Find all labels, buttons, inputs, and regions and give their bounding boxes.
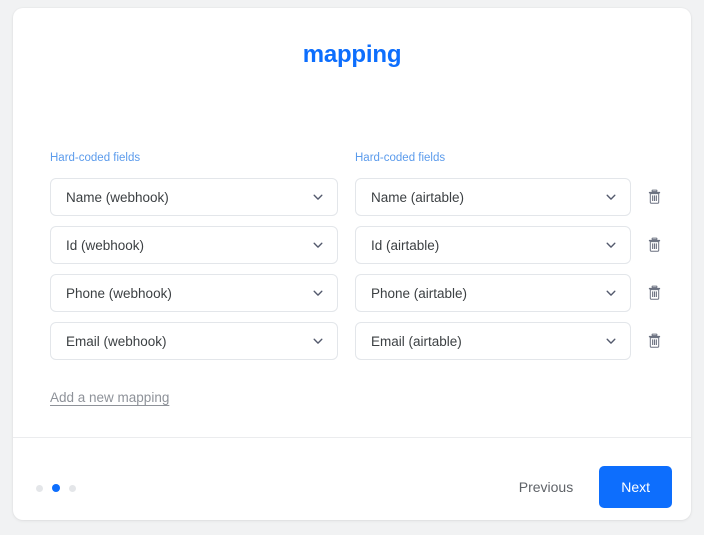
mapping-rows: Name (webhook) Name (airtable) [13, 178, 691, 370]
target-field-value: Email (airtable) [371, 334, 596, 349]
mapping-row: Phone (webhook) Phone (airtable) [13, 274, 691, 322]
wizard-card: mapping Hard-coded fields Hard-coded fie… [13, 8, 691, 520]
wizard-body: mapping Hard-coded fields Hard-coded fie… [13, 8, 691, 437]
chevron-down-icon [604, 238, 618, 252]
target-field-select[interactable]: Email (airtable) [355, 322, 631, 360]
source-field-value: Email (webhook) [66, 334, 303, 349]
chevron-down-icon [311, 286, 325, 300]
target-field-select[interactable]: Name (airtable) [355, 178, 631, 216]
chevron-down-icon [604, 190, 618, 204]
add-new-mapping-link[interactable]: Add a new mapping [50, 390, 169, 405]
trash-icon [647, 237, 662, 253]
delete-mapping-button[interactable] [642, 233, 666, 257]
chevron-down-icon [311, 334, 325, 348]
step-dot-2[interactable] [52, 484, 60, 492]
step-dot-3[interactable] [69, 485, 76, 492]
chevron-down-icon [311, 190, 325, 204]
delete-mapping-button[interactable] [642, 185, 666, 209]
source-field-select[interactable]: Name (webhook) [50, 178, 338, 216]
wizard-footer: Previous Next [13, 438, 691, 520]
target-field-value: Name (airtable) [371, 190, 596, 205]
chevron-down-icon [604, 334, 618, 348]
source-field-select[interactable]: Id (webhook) [50, 226, 338, 264]
target-field-select[interactable]: Id (airtable) [355, 226, 631, 264]
source-field-select[interactable]: Phone (webhook) [50, 274, 338, 312]
mapping-area: Hard-coded fields Hard-coded fields Name… [13, 152, 691, 370]
step-indicator [36, 484, 76, 492]
delete-mapping-button[interactable] [642, 281, 666, 305]
next-button[interactable]: Next [599, 466, 672, 508]
previous-button[interactable]: Previous [509, 471, 583, 503]
step-dot-1[interactable] [36, 485, 43, 492]
source-field-select[interactable]: Email (webhook) [50, 322, 338, 360]
target-field-select[interactable]: Phone (airtable) [355, 274, 631, 312]
trash-icon [647, 189, 662, 205]
column-header-source: Hard-coded fields [50, 152, 140, 164]
target-field-value: Phone (airtable) [371, 286, 596, 301]
delete-mapping-button[interactable] [642, 329, 666, 353]
source-field-value: Id (webhook) [66, 238, 303, 253]
chevron-down-icon [311, 238, 325, 252]
mapping-row: Name (webhook) Name (airtable) [13, 178, 691, 226]
mapping-row: Id (webhook) Id (airtable) [13, 226, 691, 274]
source-field-value: Name (webhook) [66, 190, 303, 205]
page-title: mapping [13, 41, 691, 69]
column-header-target: Hard-coded fields [355, 152, 445, 164]
trash-icon [647, 333, 662, 349]
footer-actions: Previous Next [509, 466, 672, 508]
source-field-value: Phone (webhook) [66, 286, 303, 301]
trash-icon [647, 285, 662, 301]
chevron-down-icon [604, 286, 618, 300]
target-field-value: Id (airtable) [371, 238, 596, 253]
mapping-row: Email (webhook) Email (airtable) [13, 322, 691, 370]
column-headers: Hard-coded fields Hard-coded fields [13, 152, 691, 178]
